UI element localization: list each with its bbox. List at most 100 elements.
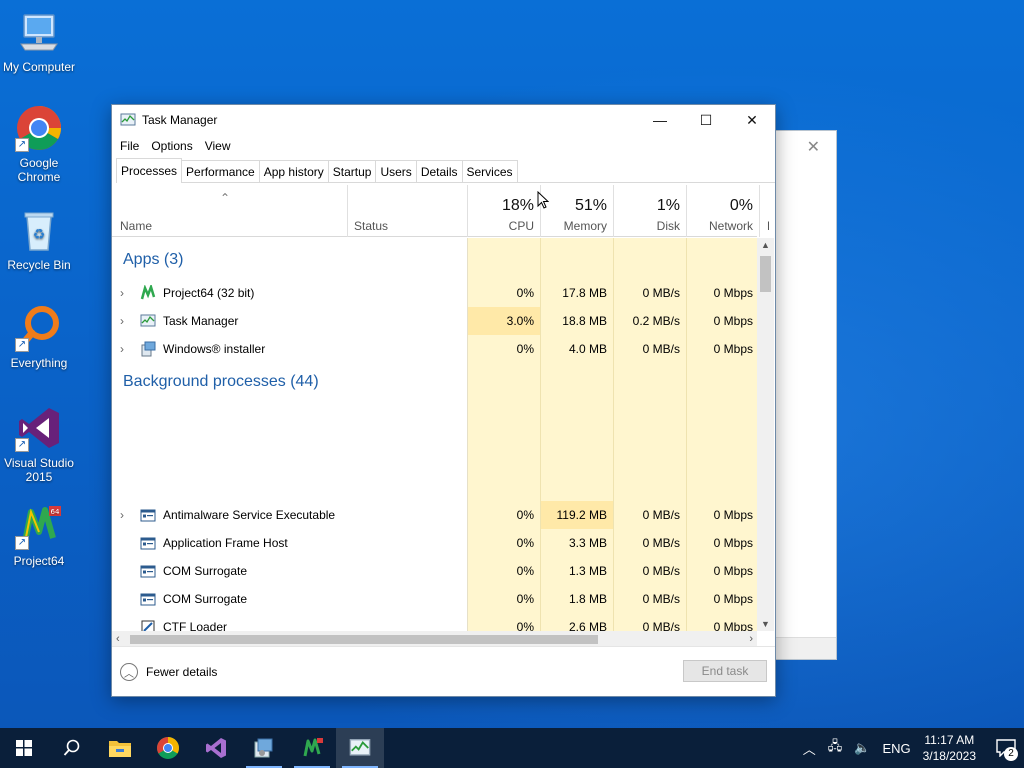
fewer-details-label: Fewer details [146, 665, 218, 679]
desktop-icon-my-computer[interactable]: My Computer [0, 8, 78, 74]
desktop-icon-recycle-bin[interactable]: ♻ Recycle Bin [0, 206, 78, 272]
menu-view[interactable]: View [205, 139, 231, 153]
group-header-background: Background processes (44) [123, 373, 319, 390]
scroll-right-icon[interactable]: › [749, 633, 753, 645]
taskbar-project64[interactable] [288, 728, 336, 768]
disk-cell: 0 MB/s [642, 536, 680, 550]
volume-icon[interactable]: 🔈 [854, 740, 870, 756]
column-disk[interactable]: 1% Disk [613, 185, 686, 237]
tab-services[interactable]: Services [461, 160, 518, 182]
menu-file[interactable]: File [120, 139, 139, 153]
tab-app-history[interactable]: App history [258, 160, 329, 182]
tab-processes[interactable]: Processes [116, 158, 183, 183]
column-power[interactable]: P [759, 185, 769, 237]
column-memory[interactable]: 51% Memory [540, 185, 613, 237]
search-icon [63, 739, 80, 756]
recycle-bin-icon: ♻ [24, 212, 54, 251]
task-manager-icon [120, 113, 136, 126]
cpu-cell: 0% [516, 508, 534, 522]
cpu-cell: 0% [516, 286, 534, 300]
table-row[interactable]: › Windows® installer 0% 4.0 MB 0 MB/s 0 Mbps [112, 335, 757, 363]
language-indicator[interactable]: ENG [882, 741, 910, 756]
fewer-details-button[interactable]: ︿ Fewer details [120, 663, 217, 681]
column-header: ⌃ Name Status 18% CPU 51% Memory 1% Disk… [112, 185, 769, 237]
process-name: Application Frame Host [163, 536, 288, 550]
scroll-thumb[interactable] [130, 635, 598, 644]
network-cell: 0 Mbps [713, 342, 753, 356]
tab-performance[interactable]: Performance [181, 160, 260, 182]
scroll-down-icon[interactable]: ▼ [761, 619, 770, 629]
chevron-right-icon[interactable]: › [120, 314, 130, 328]
task-manager-window: Task Manager — ☐ ✕ File Options View Pro… [111, 104, 776, 697]
tab-startup[interactable]: Startup [327, 160, 377, 182]
tab-details[interactable]: Details [415, 160, 463, 182]
taskbar-visual-studio[interactable] [192, 728, 240, 768]
disk-cell: 0.2 MB/s [632, 314, 680, 328]
start-icon [16, 740, 32, 756]
network-cell: 0 Mbps [713, 286, 753, 300]
minimize-button[interactable]: — [637, 105, 683, 135]
column-power-label: P [767, 219, 769, 233]
chevron-right-icon[interactable]: › [120, 286, 130, 300]
file-explorer-icon [109, 741, 131, 757]
column-name[interactable]: Name [112, 185, 347, 237]
cpu-cell: 0% [516, 342, 534, 356]
title-bar[interactable]: Task Manager — ☐ ✕ [112, 105, 775, 135]
vertical-scrollbar[interactable]: ▲ ▼ [757, 238, 774, 631]
table-row[interactable]: › Task Manager 3.0% 18.8 MB 0.2 MB/s 0 Mbps [112, 307, 757, 335]
table-row[interactable]: COM Surrogate 0% 1.8 MB 0 MB/s 0 Mbps [112, 585, 757, 613]
taskbar-windows-installer[interactable] [240, 728, 288, 768]
table-row[interactable]: › Antimalware Service Executable 0% 119.2 M… [112, 501, 757, 529]
table-row[interactable]: Application Frame Host 0% 3.3 MB 0 MB/s 0 Mb… [112, 529, 757, 557]
close-button[interactable]: ✕ [729, 105, 775, 135]
memory-cell: 119.2 MB [556, 508, 607, 522]
process-name: COM Surrogate [163, 592, 248, 606]
taskbar: ︿ 🖧 🔈 ENG 11:17 AM 3/18/2023 2 [0, 728, 1024, 768]
start-button[interactable] [0, 728, 48, 768]
menu-bar: File Options View [112, 135, 775, 157]
tab-users[interactable]: Users [375, 160, 417, 182]
column-status-label: Status [354, 219, 389, 233]
notifications-button[interactable]: 2 [988, 728, 1024, 768]
disk-cell: 0 MB/s [642, 564, 680, 578]
desktop-icon-chrome[interactable]: ↗ Google Chrome [0, 104, 78, 184]
clock[interactable]: 11:17 AM 3/18/2023 [923, 732, 976, 764]
search-button[interactable] [48, 728, 96, 768]
column-status[interactable]: Status [347, 185, 467, 237]
shortcut-arrow-icon: ↗ [15, 536, 29, 550]
process-list[interactable]: Apps (3) › Project64 (32 bit) 0% 17.8 MB 0 M… [112, 238, 757, 631]
menu-options[interactable]: Options [151, 139, 192, 153]
chevron-up-icon[interactable]: ︿ [803, 739, 816, 758]
disk-cell: 0 MB/s [642, 620, 680, 631]
svg-text:♻: ♻ [33, 227, 46, 243]
footer: ︿ Fewer details End task [112, 646, 775, 696]
scroll-up-icon[interactable]: ▲ [761, 240, 770, 250]
desktop-icon-visual-studio[interactable]: ↗ Visual Studio 2015 [0, 404, 78, 484]
column-cpu[interactable]: 18% CPU [467, 185, 540, 237]
taskbar-task-manager[interactable] [336, 728, 384, 768]
taskbar-file-explorer[interactable] [96, 728, 144, 768]
maximize-button[interactable]: ☐ [683, 105, 729, 135]
mouse-cursor-icon [537, 191, 549, 209]
close-icon: ✕ [746, 111, 758, 128]
column-disk-label: Disk [656, 219, 680, 233]
end-task-button[interactable]: End task [683, 660, 767, 682]
close-icon[interactable]: ✕ [807, 137, 820, 157]
chevron-right-icon[interactable]: › [120, 508, 130, 522]
table-row[interactable]: COM Surrogate 0% 1.3 MB 0 MB/s 0 Mbps [112, 557, 757, 585]
desktop-icon-everything[interactable]: ↗ Everything [0, 304, 78, 370]
scroll-left-icon[interactable]: ‹ [116, 633, 120, 645]
group-header-apps: Apps (3) [123, 251, 184, 268]
background-window[interactable]: ✕ [776, 130, 837, 660]
table-row[interactable]: › Project64 (32 bit) 0% 17.8 MB 0 MB/s 0 Mbps [112, 279, 757, 307]
table-row[interactable]: CTF Loader 0% 2.6 MB 0 MB/s 0 Mbps [112, 613, 757, 631]
chevron-right-icon[interactable]: › [120, 342, 130, 356]
maximize-icon: ☐ [699, 111, 713, 128]
scroll-thumb[interactable] [760, 256, 771, 292]
shortcut-arrow-icon: ↗ [15, 138, 29, 152]
desktop-icon-project64[interactable]: 64 ↗ Project64 [0, 502, 78, 568]
taskbar-chrome[interactable] [144, 728, 192, 768]
network-icon[interactable]: 🖧 [828, 737, 843, 759]
chrome-icon: ↗ [15, 104, 63, 152]
column-network[interactable]: 0% Network [686, 185, 759, 237]
